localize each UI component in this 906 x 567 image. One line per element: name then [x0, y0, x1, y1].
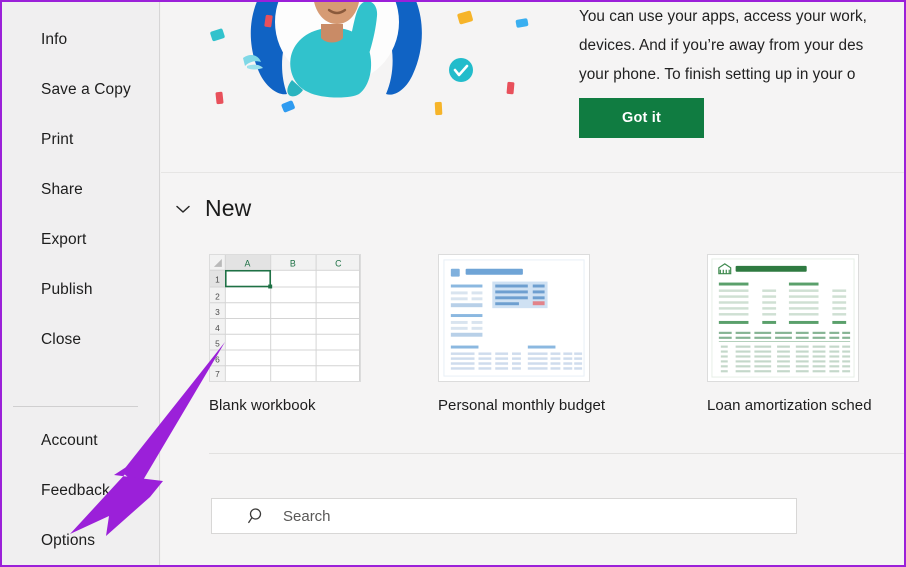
- svg-text:5: 5: [215, 339, 220, 349]
- template-card-personal-budget[interactable]: Personal monthly budget: [438, 254, 638, 414]
- template-label: Personal monthly budget: [438, 397, 606, 414]
- banner-text-block: You can use your apps, access your work,…: [579, 2, 904, 138]
- sidebar-item-save-a-copy[interactable]: Save a Copy: [2, 73, 160, 107]
- blank-workbook-thumbnail[interactable]: A B C 1 2 3 4 5 6 7: [209, 254, 361, 382]
- svg-text:3: 3: [215, 307, 220, 317]
- sidebar-item-label: Feedback: [41, 482, 110, 499]
- sidebar-item-label: Share: [41, 181, 83, 198]
- sidebar-item-label: Publish: [41, 281, 93, 298]
- sidebar-item-options[interactable]: Options: [2, 524, 160, 558]
- sidebar-item-label: Info: [41, 31, 68, 48]
- svg-text:6: 6: [215, 354, 220, 364]
- sidebar-divider: [13, 406, 138, 407]
- new-section-header[interactable]: New: [173, 195, 251, 222]
- svg-text:1: 1: [215, 275, 220, 285]
- svg-text:A: A: [245, 258, 251, 268]
- sidebar-item-label: Close: [41, 331, 82, 348]
- sidebar-item-export[interactable]: Export: [2, 223, 160, 257]
- personal-budget-thumbnail[interactable]: [438, 254, 590, 382]
- template-gallery: A B C 1 2 3 4 5 6 7 Blank workbook Perso…: [161, 254, 904, 419]
- backstage-main: You can use your apps, access your work,…: [161, 2, 904, 565]
- template-card-blank-workbook[interactable]: A B C 1 2 3 4 5 6 7 Blank workbook: [209, 254, 409, 414]
- sidebar-item-label: Save a Copy: [41, 81, 131, 98]
- sidebar-item-feedback[interactable]: Feedback: [2, 474, 160, 508]
- person-celebrating-confetti-illustration: [161, 2, 571, 172]
- sidebar-item-account[interactable]: Account: [2, 424, 160, 458]
- chevron-down-icon[interactable]: [173, 199, 193, 219]
- svg-text:4: 4: [215, 323, 220, 333]
- loan-amortization-thumbnail[interactable]: [707, 254, 859, 382]
- sidebar-item-publish[interactable]: Publish: [2, 273, 160, 307]
- excel-backstage-window: Info Save a Copy Print Share Export Publ…: [0, 0, 906, 567]
- sidebar-item-label: Options: [41, 532, 96, 549]
- section-divider: [209, 453, 904, 454]
- setup-banner: You can use your apps, access your work,…: [161, 2, 904, 173]
- sidebar-item-info[interactable]: Info: [2, 23, 160, 57]
- svg-text:7: 7: [215, 369, 220, 379]
- svg-text:C: C: [335, 258, 342, 268]
- backstage-sidebar: Info Save a Copy Print Share Export Publ…: [2, 2, 160, 565]
- banner-description: You can use your apps, access your work,…: [579, 8, 867, 83]
- sidebar-item-print[interactable]: Print: [2, 123, 160, 157]
- svg-text:B: B: [290, 258, 296, 268]
- sidebar-item-close[interactable]: Close: [2, 323, 160, 357]
- template-label: Loan amortization sched: [707, 397, 872, 414]
- search-icon: [248, 507, 266, 525]
- sidebar-item-label: Export: [41, 231, 87, 248]
- search-bar[interactable]: [211, 498, 797, 534]
- sidebar-item-label: Account: [41, 432, 98, 449]
- new-section-title: New: [205, 195, 252, 221]
- template-label: Blank workbook: [209, 397, 316, 414]
- sidebar-item-label: Print: [41, 131, 74, 148]
- svg-text:2: 2: [215, 291, 220, 301]
- got-it-button[interactable]: Got it: [579, 98, 704, 138]
- search-input[interactable]: [283, 507, 763, 525]
- sidebar-item-share[interactable]: Share: [2, 173, 160, 207]
- template-card-loan-amortization[interactable]: Loan amortization sched: [707, 254, 904, 414]
